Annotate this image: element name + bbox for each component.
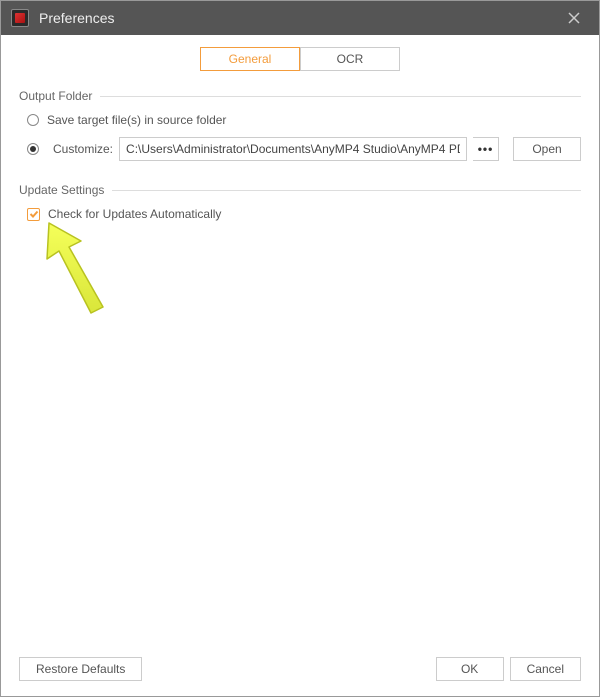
radio-save-source-row[interactable]: Save target file(s) in source folder <box>19 113 581 127</box>
output-folder-header: Output Folder <box>19 89 581 103</box>
tab-general[interactable]: General <box>200 47 300 71</box>
window-title: Preferences <box>39 10 114 26</box>
tab-ocr[interactable]: OCR <box>300 47 400 71</box>
app-icon-inner <box>15 13 25 23</box>
radio-customize-row: Customize: ••• Open <box>19 137 581 161</box>
open-button[interactable]: Open <box>513 137 581 161</box>
close-icon <box>568 12 580 24</box>
titlebar: Preferences <box>1 1 599 35</box>
close-button[interactable] <box>559 3 589 33</box>
arrow-annotation <box>31 213 121 323</box>
update-section: Update Settings Check for Updates Automa… <box>19 183 581 221</box>
ok-button[interactable]: OK <box>436 657 504 681</box>
checkbox-check-updates[interactable] <box>27 208 40 221</box>
path-input[interactable] <box>119 137 467 161</box>
check-updates-row[interactable]: Check for Updates Automatically <box>19 207 581 221</box>
radio-save-source[interactable] <box>27 114 39 126</box>
checkmark-icon <box>29 209 39 219</box>
radio-save-source-label: Save target file(s) in source folder <box>47 113 226 127</box>
footer: Restore Defaults OK Cancel <box>1 652 599 696</box>
content-area: General OCR Output Folder Save target fi… <box>1 35 599 652</box>
output-folder-label: Output Folder <box>19 89 92 103</box>
radio-customize-label: Customize: <box>53 142 113 156</box>
app-icon <box>11 9 29 27</box>
restore-defaults-button[interactable]: Restore Defaults <box>19 657 142 681</box>
radio-customize[interactable] <box>27 143 39 155</box>
check-updates-label: Check for Updates Automatically <box>48 207 221 221</box>
update-settings-label: Update Settings <box>19 183 104 197</box>
tabs: General OCR <box>19 47 581 71</box>
cancel-button[interactable]: Cancel <box>510 657 581 681</box>
browse-button[interactable]: ••• <box>473 137 499 161</box>
update-settings-header: Update Settings <box>19 183 581 197</box>
